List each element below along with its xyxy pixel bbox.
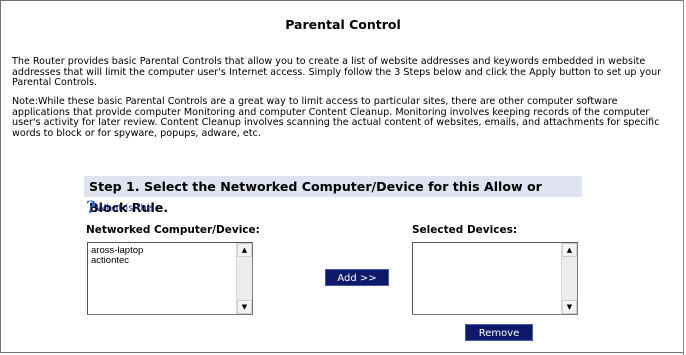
- networked-devices-items: aross-laptop actiontec: [91, 246, 143, 265]
- add-button[interactable]: Add >>: [325, 269, 389, 286]
- question-mark-icon[interactable]: ?: [86, 198, 96, 218]
- scrollbar[interactable]: ▲ ▼: [236, 243, 252, 314]
- networked-devices-label: Networked Computer/Device:: [86, 224, 260, 236]
- help-link-group[interactable]: ?What is this: [86, 200, 155, 218]
- step1-header: Step 1. Select the Networked Computer/De…: [84, 176, 582, 215]
- page-title: Parental Control: [285, 17, 401, 32]
- remove-button[interactable]: Remove: [465, 324, 533, 341]
- scrollbar[interactable]: ▲ ▼: [561, 243, 577, 314]
- networked-devices-list[interactable]: aross-laptop actiontec ▲ ▼: [87, 242, 253, 315]
- selected-devices-list[interactable]: ▲ ▼: [412, 242, 578, 315]
- what-is-this-link[interactable]: What is this: [96, 203, 155, 214]
- arrow-up-icon[interactable]: ▲: [562, 243, 577, 257]
- list-item[interactable]: actiontec: [91, 255, 143, 266]
- intro-text: The Router provides basic Parental Contr…: [12, 56, 662, 89]
- arrow-down-icon[interactable]: ▼: [562, 300, 577, 314]
- arrow-down-icon[interactable]: ▼: [237, 300, 252, 314]
- arrow-up-icon[interactable]: ▲: [237, 243, 252, 257]
- selected-devices-label: Selected Devices:: [412, 224, 518, 236]
- note-text: Note:While these basic Parental Controls…: [12, 96, 660, 139]
